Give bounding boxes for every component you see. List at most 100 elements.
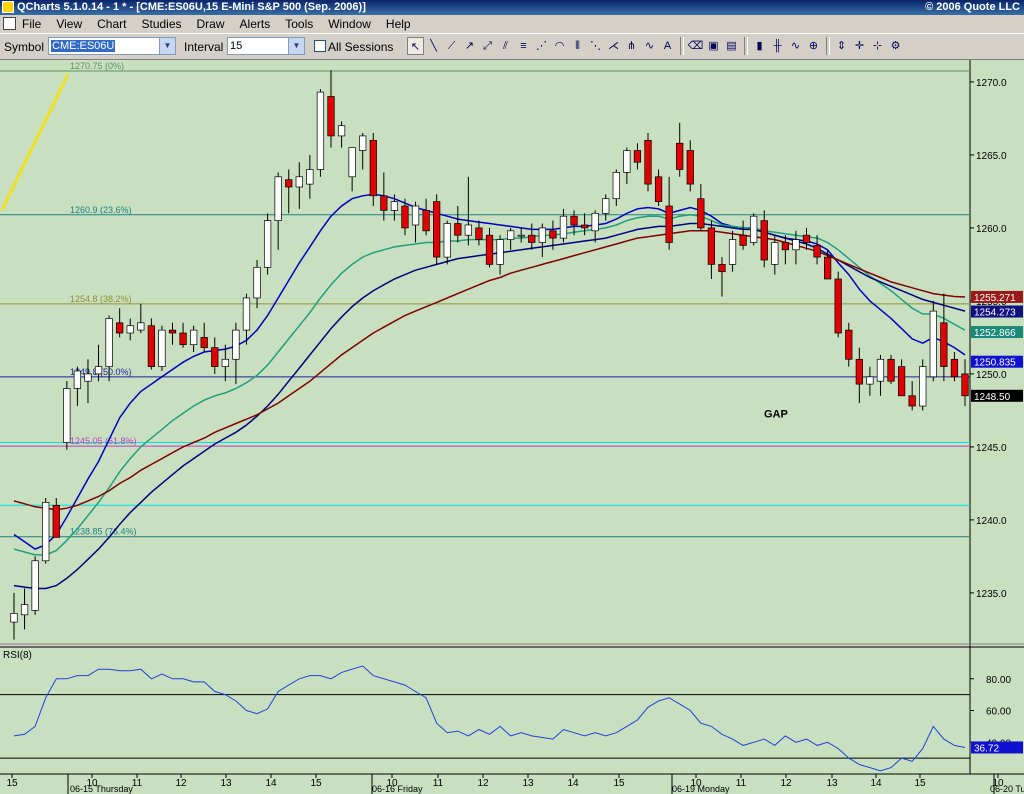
time-tick-label: 11 <box>736 778 747 789</box>
candle-down <box>147 325 155 367</box>
menu-studies[interactable]: Studies <box>141 15 181 33</box>
menu-chart[interactable]: Chart <box>97 15 126 33</box>
chart-doc-icon[interactable] <box>3 17 16 30</box>
pointer-icon[interactable]: ↖ <box>407 37 424 55</box>
style-icon[interactable]: ▤ <box>723 37 740 55</box>
candle-down <box>433 201 441 258</box>
candle-down <box>940 322 948 367</box>
candle-down <box>908 395 916 407</box>
menu-window[interactable]: Window <box>328 15 371 33</box>
interval-combo[interactable]: 15 ▼ <box>227 37 305 55</box>
fibonacci-retracement-icon[interactable]: ≡ <box>515 37 532 55</box>
window-title: QCharts 5.1.0.14 - 1 * - [CME:ES06U,15 E… <box>17 1 366 13</box>
candle-up <box>253 266 261 299</box>
fibonacci-time-icon[interactable]: ⦀ <box>569 37 586 55</box>
candle-up <box>591 212 599 232</box>
bar-type-icon[interactable]: ╫ <box>769 37 786 55</box>
fib-level-label: 1238.85 (76.4%) <box>70 527 137 537</box>
candle-down <box>454 223 462 236</box>
price-tick-label: 1235.0 <box>976 589 1007 600</box>
candle-down <box>369 139 377 197</box>
candle-up <box>63 388 71 443</box>
candle-down <box>781 242 789 251</box>
time-tick-label: 12 <box>175 778 187 789</box>
symbol-combo[interactable]: CME:ES06U ▼ <box>48 37 176 55</box>
candle-down <box>168 329 177 334</box>
speed-line-icon[interactable]: ⋌ <box>605 37 622 55</box>
candle-down <box>528 234 536 243</box>
menu-file[interactable]: File <box>22 15 41 33</box>
time-tick-label: 14 <box>870 778 882 789</box>
ray-icon[interactable]: ⟋ <box>443 37 460 55</box>
chevron-down-icon[interactable]: ▼ <box>159 38 175 54</box>
candle-up <box>876 358 885 382</box>
all-sessions-checkbox[interactable] <box>314 40 326 52</box>
candle-up <box>464 224 472 236</box>
menu-help[interactable]: Help <box>386 15 411 33</box>
fibonacci-fan-icon[interactable]: ⋰ <box>533 37 550 55</box>
erase-icon[interactable]: ⌫ <box>687 37 704 55</box>
candle-down <box>665 205 673 243</box>
crosshair-icon[interactable]: ✛ <box>851 37 868 55</box>
candle-up <box>612 172 620 200</box>
extended-line-icon[interactable]: ⤢ <box>479 37 496 55</box>
candle-down <box>855 358 863 385</box>
gap-annotation: GAP <box>764 409 788 421</box>
candle-down <box>179 332 187 346</box>
candle-down <box>644 139 652 185</box>
candle-up <box>126 325 134 334</box>
candle-down <box>834 278 842 334</box>
candle-down <box>52 504 60 538</box>
candle-up <box>929 310 937 378</box>
candle-type-icon[interactable]: ▮ <box>751 37 768 55</box>
price-tag-label: 1255.271 <box>974 293 1016 304</box>
settings-icon[interactable]: ⚙ <box>887 37 904 55</box>
menu-tools[interactable]: Tools <box>285 15 313 33</box>
channel-icon[interactable]: ⫽ <box>497 37 514 55</box>
time-tick-label: 15 <box>914 778 926 789</box>
candle-down <box>707 227 716 265</box>
app-icon <box>2 1 14 13</box>
candle-up <box>31 560 39 611</box>
zoom-icon[interactable]: ⊕ <box>805 37 822 55</box>
line-icon[interactable]: ╲ <box>425 37 442 55</box>
candle-up <box>10 612 18 623</box>
chevron-down-icon[interactable]: ▼ <box>288 38 304 54</box>
candle-down <box>580 224 589 229</box>
candle-up <box>242 297 251 331</box>
candle-up <box>496 239 504 265</box>
candle-up <box>232 329 240 360</box>
candle-down <box>485 234 494 265</box>
price-tick-label: 1260.0 <box>976 224 1007 235</box>
line-type-icon[interactable]: ∿ <box>787 37 804 55</box>
time-tick-label: 15 <box>613 778 625 789</box>
candle-down <box>676 142 684 170</box>
time-tick-label: 13 <box>522 778 534 789</box>
time-tick-label: 15 <box>6 778 18 789</box>
candle-up <box>94 366 103 375</box>
color-picker-icon[interactable]: ▣ <box>705 37 722 55</box>
price-tag-label: 1250.835 <box>974 358 1016 369</box>
fibonacci-arc-icon[interactable]: ◠ <box>551 37 568 55</box>
price-panel <box>0 60 970 644</box>
menu-draw[interactable]: Draw <box>197 15 225 33</box>
chart-area[interactable]: 1270.75 (0%) 1260.9 (23.6%) 1254.8 (38.2%)… <box>0 60 1024 794</box>
cycle-icon[interactable]: ∿ <box>641 37 658 55</box>
text-icon[interactable]: A <box>659 37 676 55</box>
candle-down <box>475 227 483 240</box>
cursor-icon[interactable]: ⊹ <box>869 37 886 55</box>
autoscale-icon[interactable]: ⇕ <box>833 37 850 55</box>
candle-up <box>348 147 356 178</box>
candle-down <box>570 215 578 226</box>
candle-up <box>221 358 229 367</box>
arrow-line-icon[interactable]: ↗ <box>461 37 478 55</box>
toolbar-separator <box>680 37 684 55</box>
candle-down <box>654 176 663 202</box>
time-tick-label: 14 <box>567 778 579 789</box>
menu-alerts[interactable]: Alerts <box>240 15 271 33</box>
window-title-bar: QCharts 5.1.0.14 - 1 * - [CME:ES06U,15 E… <box>0 0 1024 15</box>
andrews-pitchfork-icon[interactable]: ⋔ <box>623 37 640 55</box>
gann-fan-icon[interactable]: ⋱ <box>587 37 604 55</box>
menu-view[interactable]: View <box>56 15 82 33</box>
candle-up <box>42 502 50 562</box>
